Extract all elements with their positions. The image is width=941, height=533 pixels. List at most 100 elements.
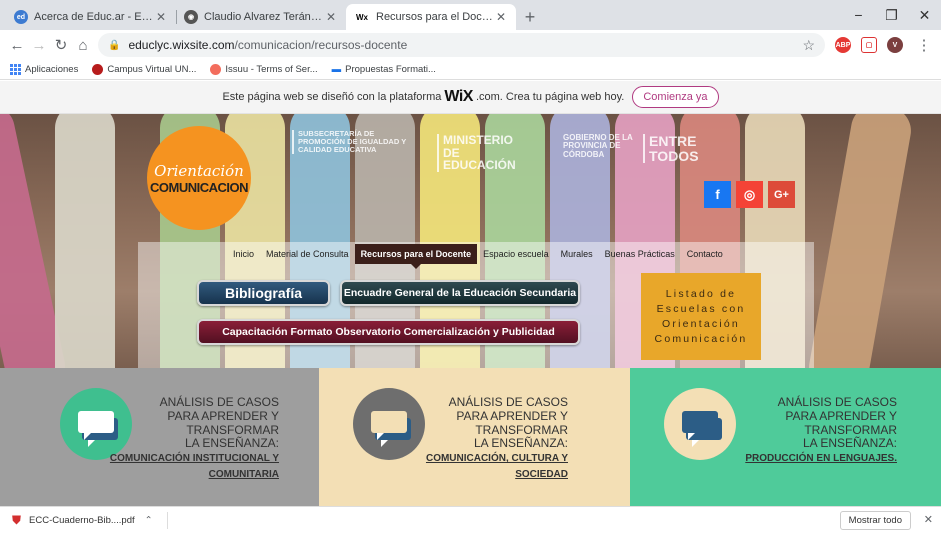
logo-line2: COMUNICACION [150, 179, 249, 195]
tab-title: Claudio Alvarez Terán « Palimpsesto [204, 11, 324, 23]
tab-recursos-docente[interactable]: Wx Recursos para el Docente | comunicaci… [346, 4, 516, 30]
column-line: la enseñanza: [473, 436, 568, 451]
nav-buenas-practicas[interactable]: Buenas Prácticas [599, 244, 681, 264]
nav-contacto[interactable]: Contacto [681, 244, 729, 264]
listado-line: Comunicación [654, 333, 748, 345]
gov-entre-todos-logo: Entre Todos [643, 134, 713, 164]
tab-close-icon[interactable]: ✕ [494, 10, 508, 24]
column-text: Análisis de casos para aprender y transf… [110, 395, 279, 483]
logo-line1: Orientación [154, 161, 244, 180]
apps-grid-icon [10, 64, 21, 75]
chat-bubble-front [682, 411, 718, 440]
chalk-decor [55, 114, 115, 368]
pdf-file-icon: ⛊ [12, 512, 22, 527]
column-text: Análisis de casos para aprender y transf… [426, 395, 568, 483]
capacitacion-button[interactable]: Capacitación Formato Observatorio Comerc… [197, 319, 580, 345]
adblock-extension-icon[interactable]: ABP [835, 37, 851, 53]
nav-inicio[interactable]: Inicio [227, 244, 260, 264]
globe-favicon-icon: ◉ [184, 10, 198, 24]
bookmark-label: Issuu - Terms of Ser... [225, 64, 318, 75]
column-link-institucional[interactable]: Comunicación Institucional y [110, 451, 279, 467]
tab-palimpsesto[interactable]: ◉ Claudio Alvarez Terán « Palimpsesto ✕ [176, 4, 346, 30]
column-link-comunitaria[interactable]: Comunitaria [110, 467, 279, 483]
address-bar[interactable]: 🔒 educlyc.wixsite.com/comunicacion/recur… [98, 33, 825, 57]
column-link-cultura[interactable]: Comunicación, Cultura y [426, 451, 568, 467]
column-line: Análisis de casos [448, 395, 568, 409]
column-lenguajes: Análisis de casos para aprender y transf… [630, 368, 941, 506]
show-all-button[interactable]: Mostrar todo [839, 511, 911, 530]
column-line: transformar [475, 422, 568, 437]
column-text: Análisis de casos para aprender y transf… [745, 395, 897, 467]
back-arrow-icon[interactable]: ← [6, 34, 28, 56]
column-cultura: Análisis de casos para aprender y transf… [319, 368, 630, 506]
tab-close-icon[interactable]: ✕ [154, 10, 168, 24]
gov-ministerio-logo: Ministerio de Educación [437, 134, 527, 172]
column-line: para aprender y [785, 408, 897, 423]
minimize-button[interactable]: − [842, 0, 875, 30]
bookmark-propuestas[interactable]: ▬ Propuestas Formati... [332, 64, 436, 75]
url-path: /comunicacion/recursos-docente [234, 38, 408, 52]
chevron-up-icon[interactable]: ⌃ [145, 515, 153, 526]
column-line: transformar [804, 422, 897, 437]
facebook-icon[interactable]: f [704, 181, 731, 208]
lock-icon: 🔒 [108, 39, 121, 51]
wix-logo: WiX [444, 88, 473, 105]
download-filename[interactable]: ECC-Cuaderno-Bib....pdf [29, 515, 135, 526]
listado-line: Listado de [665, 288, 737, 300]
profile-avatar[interactable]: V [887, 37, 903, 53]
home-icon[interactable]: ⌂ [72, 34, 94, 56]
tab-close-icon[interactable]: ✕ [324, 10, 338, 24]
dash-favicon-icon: ▬ [331, 64, 342, 75]
maximize-button[interactable]: ❐ [875, 0, 908, 30]
social-links: f ◎ G+ [704, 181, 795, 208]
column-line: para aprender y [456, 408, 568, 423]
casos-columns: Análisis de casos para aprender y transf… [0, 368, 941, 506]
instagram-icon[interactable]: ◎ [736, 181, 763, 208]
listado-escuelas-button[interactable]: Listado de Escuelas con Orientación Comu… [641, 273, 761, 360]
comienza-ya-button[interactable]: Comienza ya [632, 86, 719, 108]
nav-murales[interactable]: Murales [555, 244, 599, 264]
listado-line: Escuelas con [656, 303, 746, 315]
forward-arrow-icon[interactable]: → [28, 34, 50, 56]
bookmark-label: Campus Virtual UN... [107, 64, 197, 75]
chat-bubble-icon [664, 388, 736, 460]
chat-bubble-icon [353, 388, 425, 460]
orientacion-logo[interactable]: Orientación COMUNICACION [147, 126, 251, 230]
divider [167, 512, 168, 529]
new-tab-button[interactable]: + [516, 4, 544, 30]
bookmark-apps[interactable]: Aplicaciones [10, 64, 78, 75]
bookmark-star-icon[interactable]: ☆ [802, 37, 815, 54]
extensions-area: ABP ▢ V ⋮ [835, 34, 935, 56]
encuadre-button[interactable]: Encuadre General de la Educación Secunda… [340, 280, 580, 306]
campus-favicon-icon [92, 64, 104, 75]
hero-section: Orientación COMUNICACION Subsecretaría d… [0, 114, 941, 368]
nav-recursos-docente[interactable]: Recursos para el Docente [354, 244, 478, 269]
wix-banner-text: Este página web se diseñó con la platafo… [222, 91, 442, 103]
reload-icon[interactable]: ↻ [50, 34, 72, 56]
column-link-lenguajes[interactable]: Producción en Lenguajes. [745, 451, 897, 467]
bookmark-issuu[interactable]: Issuu - Terms of Ser... [210, 64, 318, 75]
menu-kebab-icon[interactable]: ⋮ [913, 34, 935, 56]
column-line: transformar [186, 422, 279, 437]
bibliografia-button[interactable]: Bibliografía [197, 280, 330, 306]
download-shelf: ⛊ ECC-Cuaderno-Bib....pdf ⌃ Mostrar todo… [0, 506, 941, 533]
close-shelf-icon[interactable]: ✕ [924, 513, 933, 526]
nav-espacio-escuela[interactable]: Espacio escuela [477, 244, 555, 264]
google-plus-icon[interactable]: G+ [768, 181, 795, 208]
issuu-favicon-icon [210, 64, 222, 75]
column-line: Análisis de casos [777, 395, 897, 409]
listado-line: Orientación [662, 318, 740, 330]
close-window-button[interactable]: ✕ [908, 0, 941, 30]
pocket-extension-icon[interactable]: ▢ [861, 37, 877, 53]
column-line: la enseñanza: [802, 436, 897, 451]
column-link-sociedad[interactable]: Sociedad [426, 467, 568, 483]
column-line: la enseñanza: [184, 436, 279, 451]
site-nav: Inicio Material de Consulta Recursos par… [227, 242, 729, 269]
column-institucional: Análisis de casos para aprender y transf… [0, 368, 319, 506]
tab-educar[interactable]: ed Acerca de Educ.ar - Educ.ar ✕ [6, 4, 176, 30]
nav-material-consulta[interactable]: Material de Consulta [260, 244, 355, 264]
bookmark-campus-virtual[interactable]: Campus Virtual UN... [92, 64, 196, 75]
window-controls: − ❐ ✕ [842, 0, 941, 30]
url-domain: educlyc.wixsite.com [128, 38, 235, 52]
column-line: Análisis de casos [159, 395, 279, 409]
